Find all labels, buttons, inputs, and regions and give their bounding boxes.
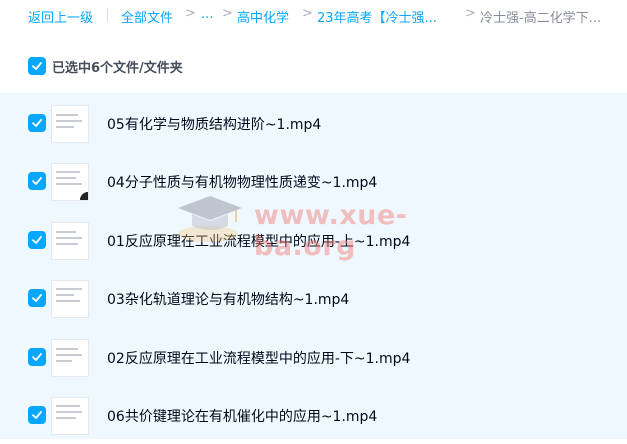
video-thumbnail [51, 339, 89, 377]
breadcrumb-chemistry[interactable]: 高中化学 [237, 7, 289, 26]
breadcrumb-divider [107, 9, 108, 22]
chevron-right-icon: > [222, 6, 233, 21]
back-link[interactable]: 返回上一级 [28, 7, 93, 26]
checkmark-icon [32, 353, 42, 361]
file-name[interactable]: 06共价键理论在有机催化中的应用~1.mp4 [107, 406, 377, 426]
list-item[interactable]: 04分子性质与有机物物理性质递变~1.mp4 [0, 152, 627, 210]
list-item[interactable]: 05有化学与物质结构进阶~1.mp4 [0, 94, 627, 152]
video-thumbnail [51, 280, 89, 318]
selection-bar: 已选中6个文件/文件夹 [0, 48, 627, 84]
video-thumbnail [51, 105, 89, 143]
list-item[interactable]: 03杂化轨道理论与有机物结构~1.mp4 [0, 269, 627, 327]
file-name[interactable]: 05有化学与物质结构进阶~1.mp4 [107, 114, 321, 134]
video-thumbnail [51, 163, 89, 201]
file-list: 05有化学与物质结构进阶~1.mp4 04分子性质与有机物物理性质递变~1.mp… [0, 93, 627, 439]
row-checkbox[interactable] [28, 172, 46, 190]
row-checkbox[interactable] [28, 231, 46, 249]
checkmark-icon [32, 177, 42, 185]
checkmark-icon [32, 119, 42, 127]
checkmark-icon [32, 236, 42, 244]
breadcrumb-ellipsis[interactable]: ... [201, 7, 213, 22]
checkmark-icon [32, 411, 42, 419]
breadcrumb-2023-exam[interactable]: 23年高考【冷士强... [317, 7, 437, 26]
breadcrumb: 返回上一级 全部文件 > ... > 高中化学 > 23年高考【冷士强... >… [0, 0, 627, 30]
video-thumbnail [51, 397, 89, 435]
file-name[interactable]: 01反应原理在工业流程模型中的应用-上~1.mp4 [107, 231, 410, 251]
checkmark-icon [32, 62, 42, 70]
chevron-right-icon: > [302, 6, 313, 21]
selection-count: 已选中6个文件/文件夹 [52, 61, 183, 76]
file-name[interactable]: 04分子性质与有机物物理性质递变~1.mp4 [107, 172, 377, 192]
row-checkbox[interactable] [28, 289, 46, 307]
file-name[interactable]: 03杂化轨道理论与有机物结构~1.mp4 [107, 289, 349, 309]
row-checkbox[interactable] [28, 406, 46, 424]
checkmark-icon [32, 294, 42, 302]
video-thumbnail [51, 222, 89, 260]
list-item[interactable]: 02反应原理在工业流程模型中的应用-下~1.mp4 [0, 328, 627, 386]
chevron-right-icon: > [465, 6, 476, 21]
row-checkbox[interactable] [28, 348, 46, 366]
list-item[interactable]: 01反应原理在工业流程模型中的应用-上~1.mp4 [0, 211, 627, 269]
breadcrumb-current: 冷士强-高二化学下... [480, 11, 602, 26]
row-checkbox[interactable] [28, 114, 46, 132]
chevron-right-icon: > [185, 6, 196, 21]
breadcrumb-all-files[interactable]: 全部文件 [121, 7, 173, 26]
file-name[interactable]: 02反应原理在工业流程模型中的应用-下~1.mp4 [107, 348, 410, 368]
select-all-checkbox[interactable] [28, 57, 46, 75]
list-item[interactable]: 06共价键理论在有机催化中的应用~1.mp4 [0, 386, 627, 444]
